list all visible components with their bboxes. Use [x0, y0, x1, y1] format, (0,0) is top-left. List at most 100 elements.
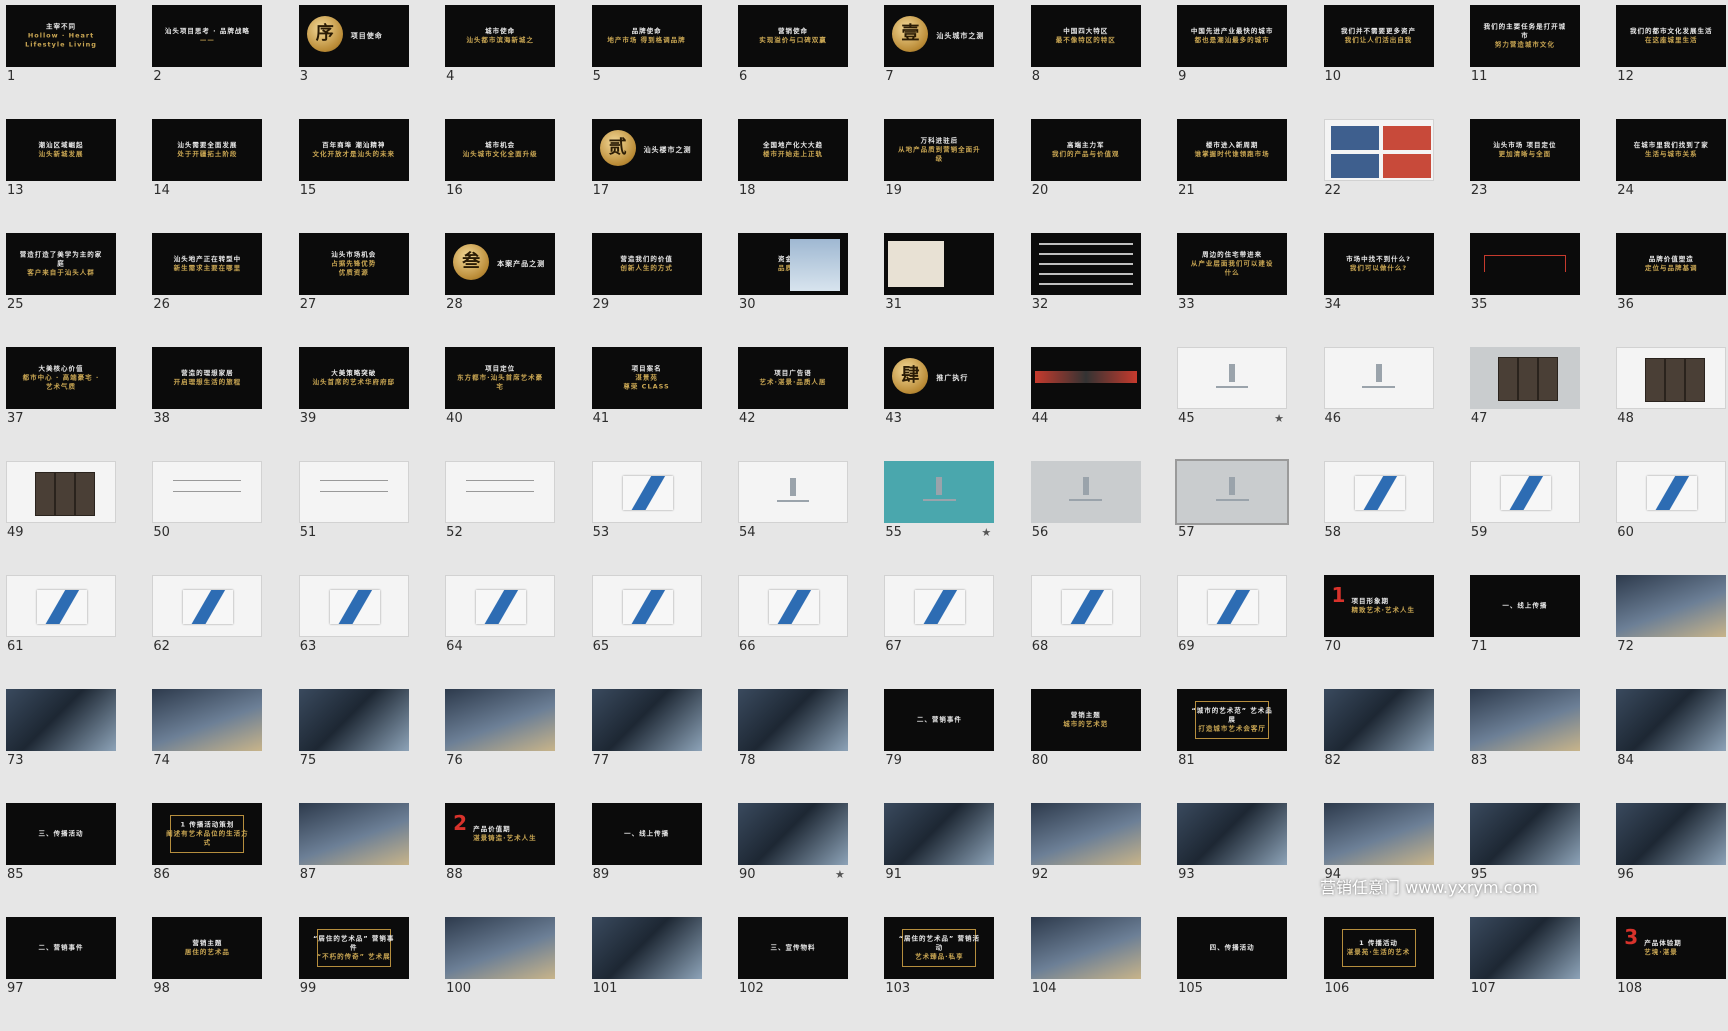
slide-thumbnail[interactable]	[1030, 233, 1141, 295]
slide-thumbnail[interactable]	[737, 803, 848, 865]
slide-thumbnail[interactable]	[1469, 689, 1580, 751]
slide-thumbnail[interactable]	[1616, 347, 1727, 409]
slide-thumbnail[interactable]	[1469, 233, 1580, 295]
slide-thumbnail[interactable]	[591, 575, 702, 637]
slide-thumbnail[interactable]	[1616, 803, 1727, 865]
slide-thumbnail[interactable]	[1177, 347, 1288, 409]
slide-thumbnail[interactable]: 大美核心价值 都市中心 · 高端豪宅 · 艺术气质	[6, 347, 116, 409]
slide-thumbnail[interactable]: 市场中找不到什么? 我们可以做什么?	[1323, 233, 1434, 295]
slide-thumbnail[interactable]	[1616, 461, 1727, 523]
slide-thumbnail[interactable]	[1030, 803, 1141, 865]
slide-thumbnail[interactable]	[1469, 347, 1580, 409]
slide-thumbnail[interactable]	[1469, 917, 1580, 979]
slide-thumbnail[interactable]: 贰汕头楼市之测	[591, 119, 702, 181]
slide-thumbnail[interactable]: 3 产品体验期 艺境·湛景	[1616, 917, 1727, 979]
slide-thumbnail[interactable]	[1030, 917, 1141, 979]
slide-thumbnail[interactable]	[298, 575, 409, 637]
slide-thumbnail[interactable]	[445, 575, 556, 637]
slide-thumbnail[interactable]: 汕头项目思考 · 品牌战略 ——	[152, 5, 263, 67]
slide-thumbnail[interactable]	[6, 575, 116, 637]
slide-thumbnail[interactable]: 1 项目形象期 精致艺术·艺术人生	[1323, 575, 1434, 637]
slide-thumbnail[interactable]	[1616, 575, 1727, 637]
slide-thumbnail[interactable]	[1469, 461, 1580, 523]
slide-thumbnail[interactable]: 全国地产化大大趋 楼市开始走上正轨	[737, 119, 848, 181]
slide-thumbnail[interactable]: 在城市里我们找到了家 生活与城市关系	[1616, 119, 1727, 181]
slide-thumbnail[interactable]: 主宰不同 Hollow · Heart Lifestyle Living	[6, 5, 116, 67]
slide-thumbnail[interactable]: 资金信誉品质保障	[737, 233, 848, 295]
slide-thumbnail[interactable]	[445, 689, 556, 751]
slide-thumbnail[interactable]: 城市使命 汕头都市滨海新城之	[445, 5, 556, 67]
slide-thumbnail[interactable]: 我们的都市文化发展生活 在这座城里生活	[1616, 5, 1727, 67]
slide-thumbnail[interactable]	[591, 917, 702, 979]
slide-thumbnail[interactable]: 营造我们的价值 创新人生的方式	[591, 233, 702, 295]
slide-thumbnail[interactable]	[1616, 689, 1727, 751]
slide-thumbnail[interactable]: 项目案名 湛景苑 尊荣 CLASS	[591, 347, 702, 409]
slide-thumbnail[interactable]	[298, 461, 409, 523]
slide-thumbnail[interactable]	[884, 803, 995, 865]
slide-thumbnail[interactable]	[1177, 575, 1288, 637]
slide-thumbnail[interactable]: 周边的住宅带进来 从产业层面我们可以建设什么	[1177, 233, 1288, 295]
slide-thumbnail[interactable]: 肆推广执行	[884, 347, 995, 409]
slide-thumbnail[interactable]	[298, 803, 409, 865]
slide-thumbnail[interactable]	[6, 461, 116, 523]
slide-thumbnail[interactable]: 1 传播活动 湛景苑·生活的艺术	[1323, 917, 1434, 979]
slide-thumbnail[interactable]: 楼市进入新周期 谁掌握时代谁领跑市场	[1177, 119, 1288, 181]
slide-thumbnail[interactable]: 营销主题 居住的艺术品	[152, 917, 263, 979]
slide-thumbnail[interactable]: 二、营销事件	[884, 689, 995, 751]
slide-thumbnail[interactable]: 汕头市场机会 占据先锋优势 优质资源	[298, 233, 409, 295]
slide-thumbnail[interactable]: “居住的艺术品” 营销活动 艺术臻品·私享	[884, 917, 995, 979]
slide-thumbnail[interactable]: 汕头市场 项目定位 更加清晰与全面	[1469, 119, 1580, 181]
slide-thumbnail[interactable]: 我们并不需要更多资产 我们让人们活出自我	[1323, 5, 1434, 67]
slide-thumbnail[interactable]: 潮汕区域崛起 汕头新城发展	[6, 119, 116, 181]
slide-thumbnail[interactable]: 1 传播活动策划 阐述有艺术品位的生活方式	[152, 803, 263, 865]
slide-thumbnail[interactable]: 汕头地产正在转型中 新生需求主要在哪里	[152, 233, 263, 295]
slide-thumbnail[interactable]	[1030, 347, 1141, 409]
slide-thumbnail[interactable]	[591, 689, 702, 751]
slide-thumbnail[interactable]: 三、传播活动	[6, 803, 116, 865]
slide-thumbnail[interactable]: 序项目使命	[298, 5, 409, 67]
slide-thumbnail[interactable]: 营造打造了美学为主的家庭 客户来自于汕头人群	[6, 233, 116, 295]
slide-thumbnail[interactable]	[1175, 459, 1290, 525]
slide-thumbnail[interactable]: 汕头需要全面发展 处于开疆拓土阶段	[152, 119, 263, 181]
slide-thumbnail[interactable]	[152, 461, 263, 523]
slide-thumbnail[interactable]	[737, 689, 848, 751]
slide-thumbnail[interactable]	[884, 575, 995, 637]
slide-thumbnail[interactable]	[1323, 119, 1434, 181]
slide-thumbnail[interactable]	[1469, 803, 1580, 865]
slide-thumbnail[interactable]: “居住的艺术品” 营销事件 “不朽的传奇” 艺术展	[298, 917, 409, 979]
slide-thumbnail[interactable]	[1323, 461, 1434, 523]
slide-thumbnail[interactable]	[6, 689, 116, 751]
slide-thumbnail[interactable]: 万科进驻后 从地产品质到营销全面升级	[884, 119, 995, 181]
slide-thumbnail[interactable]: 中国四大特区 最不像特区的特区	[1030, 5, 1141, 67]
slide-thumbnail[interactable]: 品牌价值塑造 定位与品牌基调	[1616, 233, 1727, 295]
slide-thumbnail[interactable]	[152, 689, 263, 751]
slide-thumbnail[interactable]	[445, 461, 556, 523]
slide-thumbnail[interactable]: “城市的艺术范” 艺术品展 打造城市艺术会客厅	[1177, 689, 1288, 751]
slide-thumbnail[interactable]	[591, 461, 702, 523]
slide-thumbnail[interactable]	[152, 575, 263, 637]
slide-thumbnail[interactable]	[737, 461, 848, 523]
slide-thumbnail[interactable]	[298, 689, 409, 751]
slide-thumbnail[interactable]	[884, 461, 995, 523]
slide-thumbnail[interactable]: 营销使命 实现溢价与口碑双赢	[737, 5, 848, 67]
slide-thumbnail[interactable]: 我们的主要任务是打开城市 努力营造城市文化	[1469, 5, 1580, 67]
slide-thumbnail[interactable]	[1323, 803, 1434, 865]
slide-thumbnail[interactable]	[1323, 347, 1434, 409]
slide-thumbnail[interactable]	[1323, 689, 1434, 751]
slide-thumbnail[interactable]: 四、传播活动	[1177, 917, 1288, 979]
slide-thumbnail[interactable]: 百年商埠 潮汕精神 文化开放才是汕头的未来	[298, 119, 409, 181]
slide-thumbnail[interactable]	[1177, 803, 1288, 865]
slide-thumbnail[interactable]: 营销主题 城市的艺术范	[1030, 689, 1141, 751]
slide-thumbnail[interactable]: 高端主力军 我们的产品与价值观	[1030, 119, 1141, 181]
slide-thumbnail[interactable]: 叁本案产品之测	[445, 233, 556, 295]
slide-thumbnail[interactable]: 三、宣传物料	[737, 917, 848, 979]
slide-thumbnail[interactable]: 一、线上传播	[1469, 575, 1580, 637]
slide-thumbnail[interactable]: 营造的理想家居 开启理想生活的旅程	[152, 347, 263, 409]
slide-thumbnail[interactable]: 一、线上传播	[591, 803, 702, 865]
slide-thumbnail[interactable]	[445, 917, 556, 979]
slide-thumbnail[interactable]	[884, 233, 995, 295]
slide-thumbnail[interactable]	[737, 575, 848, 637]
slide-thumbnail[interactable]: 项目广告语 艺术·湛景·品质人居	[737, 347, 848, 409]
slide-thumbnail[interactable]: 项目定位 东方都市·汕头首席艺术豪宅	[445, 347, 556, 409]
slide-thumbnail[interactable]: 二、营销事件	[6, 917, 116, 979]
